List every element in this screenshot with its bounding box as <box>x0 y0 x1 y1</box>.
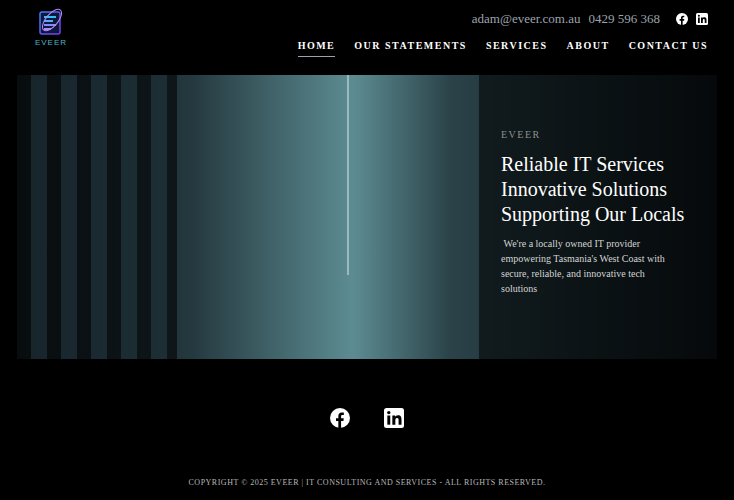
hero-photo-light <box>347 75 349 275</box>
page: EVEER adam@eveer.com.au 0429 596 368 HOM… <box>0 0 734 500</box>
nav-label: SERVICES <box>486 39 548 53</box>
nav-underline <box>567 56 610 57</box>
nav-underline <box>298 56 336 57</box>
site-header: EVEER adam@eveer.com.au 0429 596 368 HOM… <box>0 0 734 75</box>
nav-item[interactable]: HOME <box>298 39 336 57</box>
social-links <box>0 408 734 428</box>
facebook-icon[interactable] <box>676 13 688 25</box>
hero-photo-racks <box>17 75 177 359</box>
logo-text: EVEER <box>35 38 67 48</box>
nav-label: CONTACT US <box>629 39 708 53</box>
phone-link[interactable]: 0429 596 368 <box>589 9 661 29</box>
nav-item[interactable]: CONTACT US <box>629 39 708 57</box>
copyright-text: COPYRIGHT © 2025 EVEER | IT CONSULTING A… <box>189 477 546 489</box>
nav-underline <box>629 56 708 57</box>
linkedin-icon[interactable] <box>696 13 708 25</box>
nav-label: ABOUT <box>567 39 610 53</box>
header-right: adam@eveer.com.au 0429 596 368 HOME OUR S… <box>298 0 708 75</box>
nav-label: OUR STATEMENTS <box>354 39 467 53</box>
logo[interactable]: EVEER <box>34 0 68 75</box>
contact-row: adam@eveer.com.au 0429 596 368 <box>472 10 708 28</box>
hero-heading-line: Supporting Our Locals <box>501 202 717 227</box>
hero-heading-line: Reliable IT Services <box>501 152 717 177</box>
hero-body: We're a locally owned IT provider empowe… <box>501 236 683 296</box>
hero-heading: Reliable IT ServicesInnovative Solutions… <box>501 152 717 227</box>
site-footer: COPYRIGHT © 2025 EVEER | IT CONSULTING A… <box>0 477 734 489</box>
hero-heading-line: Innovative Solutions <box>501 177 717 202</box>
nav-item[interactable]: OUR STATEMENTS <box>354 39 467 57</box>
linkedin-icon[interactable] <box>384 408 404 428</box>
email-link[interactable]: adam@eveer.com.au <box>472 9 581 29</box>
nav-item[interactable]: SERVICES <box>486 39 548 57</box>
hero-eyebrow: EVEER <box>501 128 717 142</box>
nav-underline <box>354 56 467 57</box>
hero: EVEER Reliable IT ServicesInnovative Sol… <box>17 75 717 359</box>
facebook-icon[interactable] <box>330 408 350 428</box>
nav-label: HOME <box>298 39 336 53</box>
nav-item[interactable]: ABOUT <box>567 39 610 57</box>
nav-underline <box>486 56 548 57</box>
main-nav: HOME OUR STATEMENTS SERVICES ABOUT CONTACT U… <box>298 39 708 57</box>
logo-icon <box>36 6 66 38</box>
hero-overlay: EVEER Reliable IT ServicesInnovative Sol… <box>479 75 717 359</box>
